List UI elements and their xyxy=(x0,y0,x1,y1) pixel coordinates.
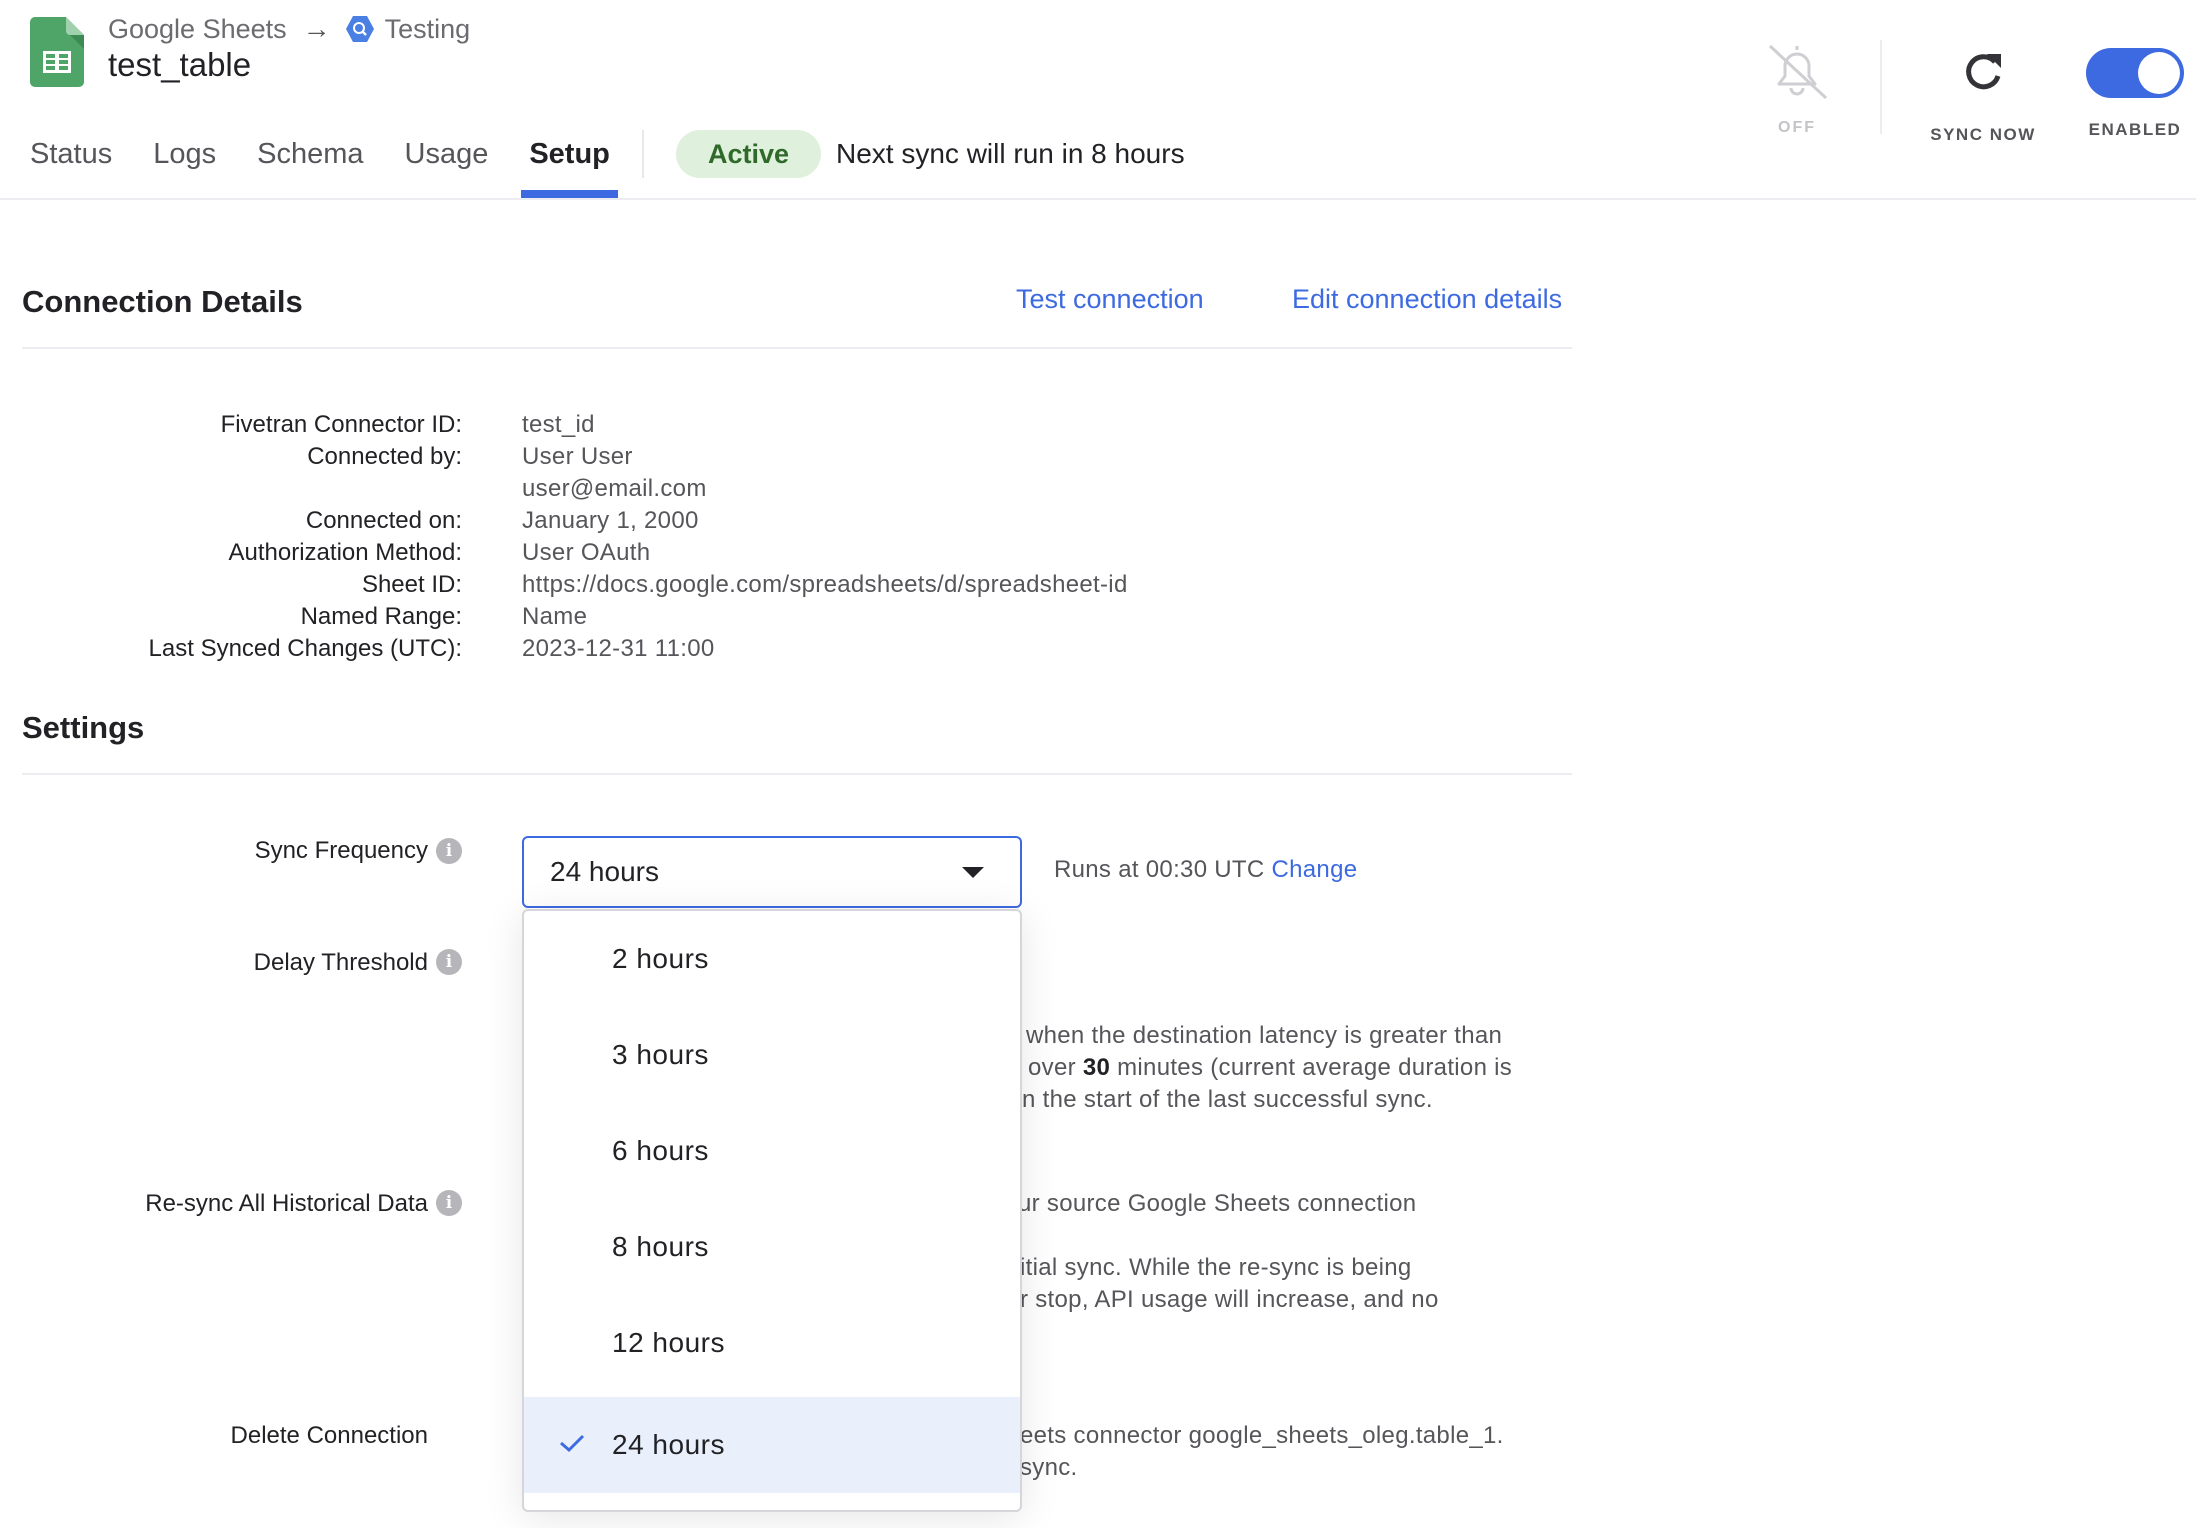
breadcrumb-destination[interactable]: Testing xyxy=(385,14,471,45)
info-icon[interactable]: i xyxy=(436,949,462,975)
enabled-toggle[interactable]: ENABLED xyxy=(2080,48,2190,140)
resync-description: r stop, API usage will increase, and no xyxy=(1020,1286,1439,1313)
dropdown-option[interactable]: 8 hours xyxy=(524,1199,1020,1295)
sync-now-label: SYNC NOW xyxy=(1930,125,2036,144)
delay-threshold-description: when the destination latency is greater … xyxy=(1026,1022,1503,1049)
edit-connection-details-link[interactable]: Edit connection details xyxy=(1292,284,1562,315)
detail-label: Fivetran Connector ID: xyxy=(220,411,462,438)
section-divider xyxy=(22,347,1572,349)
notifications-label: OFF xyxy=(1778,119,1816,136)
detail-value: user@email.com xyxy=(522,475,707,502)
runs-at-label: Runs at 00:30 UTC xyxy=(1054,856,1265,883)
enabled-label: ENABLED xyxy=(2088,120,2182,139)
tab-setup[interactable]: Setup xyxy=(521,130,618,198)
connection-details-heading: Connection Details xyxy=(22,284,303,319)
info-icon[interactable]: i xyxy=(436,1190,462,1216)
dropdown-option-selected[interactable]: 24 hours xyxy=(524,1397,1020,1493)
delete-connection-link[interactable]: eets connector google_sheets_oleg.table_… xyxy=(1020,1422,1504,1450)
sync-frequency-dropdown: 2 hours 3 hours 6 hours 8 hours 12 hours… xyxy=(522,909,1022,1512)
tab-bar: Status Logs Schema Usage Setup xyxy=(30,130,651,198)
section-divider xyxy=(22,773,1572,775)
tab-usage[interactable]: Usage xyxy=(405,130,489,198)
resync-link[interactable]: ur source Google Sheets connection xyxy=(1018,1190,1416,1218)
resync-label: Re-sync All Historical Data xyxy=(145,1190,428,1217)
checkmark-icon xyxy=(560,1434,585,1453)
bigquery-icon xyxy=(345,14,375,44)
detail-label: Last Synced Changes (UTC): xyxy=(148,635,462,662)
sync-frequency-select[interactable]: 24 hours xyxy=(522,836,1022,908)
detail-value: User OAuth xyxy=(522,539,651,566)
caret-down-icon xyxy=(962,867,984,878)
header-separator xyxy=(1880,40,1882,134)
dropdown-option[interactable]: 6 hours xyxy=(524,1103,1020,1199)
detail-label: Connected on: xyxy=(305,507,462,534)
toggle-switch[interactable] xyxy=(2086,48,2184,98)
change-schedule-link[interactable]: Change xyxy=(1272,856,1358,883)
delay-threshold-minutes: 30 xyxy=(1082,1054,1111,1081)
delete-connection-description: sync. xyxy=(1020,1454,1078,1481)
breadcrumb: Google Sheets → Testing xyxy=(108,12,470,46)
detail-value: Name xyxy=(522,603,588,630)
detail-value: User User xyxy=(522,443,633,470)
detail-value: test_id xyxy=(522,411,595,438)
tab-status[interactable]: Status xyxy=(30,130,112,198)
sync-now-button[interactable]: SYNC NOW xyxy=(1920,48,2046,145)
notifications-toggle[interactable]: OFF xyxy=(1760,40,1834,137)
breadcrumb-source[interactable]: Google Sheets xyxy=(108,14,287,45)
detail-label: Authorization Method: xyxy=(228,539,462,566)
arrow-right-icon: → xyxy=(302,13,331,44)
header-border xyxy=(0,198,2196,200)
detail-label: Connected by: xyxy=(307,443,462,470)
bell-off-icon xyxy=(1768,44,1828,100)
next-sync-text: Next sync will run in 8 hours xyxy=(836,138,1185,169)
dropdown-option[interactable]: 12 hours xyxy=(524,1295,1020,1391)
info-icon[interactable]: i xyxy=(436,838,462,864)
sync-frequency-value: 24 hours xyxy=(550,856,659,887)
sync-frequency-label: Sync Frequency xyxy=(254,837,428,864)
tab-separator xyxy=(642,130,644,178)
runs-at-text: Runs at 00:30 UTC Change xyxy=(1054,856,1357,884)
refresh-icon xyxy=(1966,54,2001,90)
google-sheets-icon xyxy=(30,17,84,87)
settings-heading: Settings xyxy=(22,710,145,745)
tab-logs[interactable]: Logs xyxy=(153,130,216,198)
detail-value: https://docs.google.com/spreadsheets/d/s… xyxy=(522,571,1128,598)
delete-connection-label: Delete Connection xyxy=(230,1422,428,1449)
delay-threshold-description: over 30 minutes (current average duratio… xyxy=(1028,1054,1513,1081)
dropdown-option[interactable]: 2 hours xyxy=(524,911,1020,1007)
dropdown-option[interactable]: 3 hours xyxy=(524,1007,1020,1103)
tab-schema[interactable]: Schema xyxy=(257,130,363,198)
detail-value: 2023-12-31 11:00 xyxy=(522,635,715,662)
toggle-knob xyxy=(2138,52,2180,94)
resync-description: itial sync. While the re-sync is being xyxy=(1020,1254,1412,1281)
page-title: test_table xyxy=(108,46,252,83)
status-badge: Active xyxy=(676,130,822,178)
detail-label: Sheet ID: xyxy=(361,571,462,598)
detail-label: Named Range: xyxy=(300,603,462,630)
test-connection-link[interactable]: Test connection xyxy=(1016,284,1204,315)
detail-value: January 1, 2000 xyxy=(522,507,699,534)
delay-threshold-description: n the start of the last successful sync. xyxy=(1022,1086,1433,1113)
delay-threshold-label: Delay Threshold xyxy=(253,949,428,976)
